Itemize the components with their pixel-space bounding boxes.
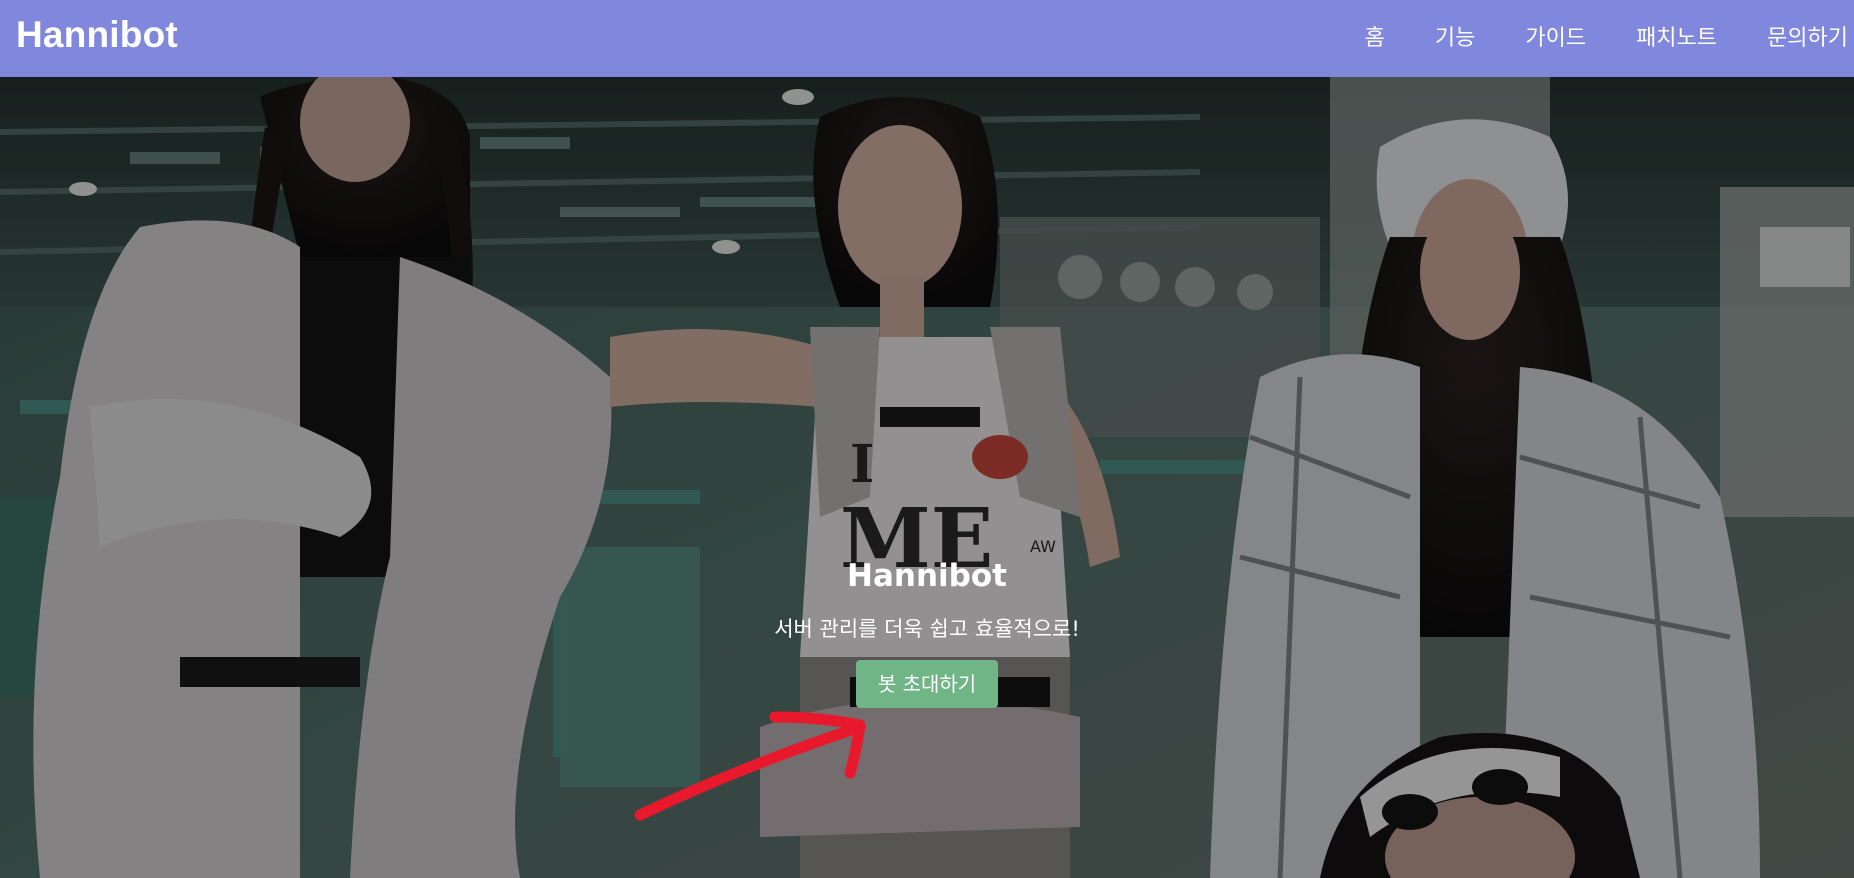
hero-subtitle: 서버 관리를 더욱 쉽고 효율적으로! [774,617,1080,641]
nav-patch-notes[interactable]: 패치노트 [1636,24,1717,54]
nav-features[interactable]: 기능 [1435,24,1475,54]
hero-title: Hannibot [847,558,1007,594]
nav-guide[interactable]: 가이드 [1525,24,1586,54]
hero-content: Hannibot 서버 관리를 더욱 쉽고 효율적으로! 봇 초대하기 [0,556,1854,708]
hero-dark-overlay [0,77,1854,878]
nav-contact[interactable]: 문의하기 [1767,24,1848,54]
hero-section: I ME AW Hannibot 서버 관리를 더욱 쉽고 효율적으로! 봇 초… [0,77,1854,878]
page: Hannibot 홈 기능 가이드 패치노트 문의하기 I ME AW Hann… [0,0,1854,878]
main-nav: 홈 기능 가이드 패치노트 문의하기 [1315,0,1854,77]
invite-bot-button[interactable]: 봇 초대하기 [855,660,999,708]
brand-logo[interactable]: Hannibot [16,13,178,57]
top-navbar: Hannibot 홈 기능 가이드 패치노트 문의하기 [0,0,1854,77]
nav-home[interactable]: 홈 [1365,24,1385,54]
